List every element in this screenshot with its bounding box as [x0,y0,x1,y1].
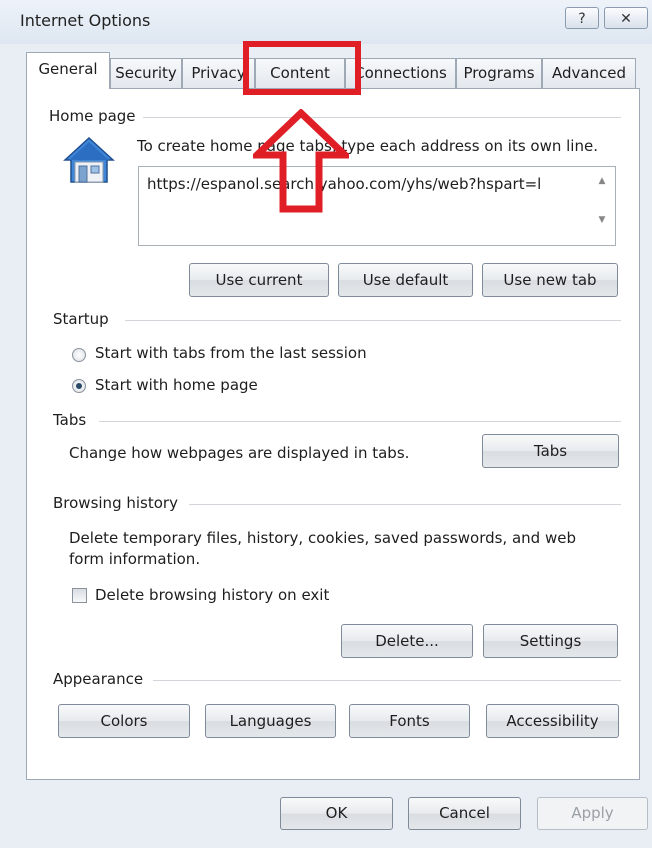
apply-button[interactable]: Apply [537,797,648,830]
accessibility-button[interactable]: Accessibility [486,704,619,738]
browsing-history-description-line1: Delete temporary files, history, cookies… [69,529,576,547]
delete-on-exit-label: Delete browsing history on exit [95,586,330,604]
tab-connections[interactable]: Connections [345,58,456,88]
tab-general[interactable]: General [26,52,110,89]
tabs-description: Change how webpages are displayed in tab… [69,444,410,462]
history-settings-button[interactable]: Settings [483,624,618,658]
tab-security[interactable]: Security [110,58,182,88]
tabs-group-label: Tabs [53,411,93,429]
divider [143,117,621,118]
window-title: Internet Options [20,11,151,30]
divider [189,504,621,505]
divider [99,421,621,422]
radio-last-session-label: Start with tabs from the last session [95,344,367,362]
tabs-settings-button[interactable]: Tabs [482,434,619,468]
home-page-url-textarea[interactable]: https://espanol.search.yahoo.com/yhs/web… [138,166,616,246]
browsing-history-group-label: Browsing history [53,494,184,512]
divider [153,680,621,681]
help-button[interactable]: ? [565,7,599,29]
startup-group-label: Startup [53,310,115,328]
browsing-history-description-line2: form information. [69,550,201,568]
tab-advanced[interactable]: Advanced [542,58,636,88]
house-icon [63,136,115,183]
scroll-down-icon[interactable]: ▼ [594,215,610,225]
radio-home-page[interactable] [72,379,86,393]
home-page-group-label: Home page [49,107,142,125]
close-button[interactable]: ✕ [604,7,648,29]
close-icon: ✕ [620,11,632,27]
colors-button[interactable]: Colors [58,704,190,738]
cancel-button[interactable]: Cancel [408,797,521,830]
question-mark-icon: ? [578,11,586,27]
ok-button[interactable]: OK [280,797,393,830]
delete-on-exit-checkbox[interactable] [72,588,87,603]
title-bar: Internet Options ? ✕ [0,0,652,44]
languages-button[interactable]: Languages [205,704,336,738]
general-tab-panel: Home page To create home page tabs, type… [26,41,640,780]
radio-home-page-label: Start with home page [95,376,258,394]
content-tab-highlight-box [243,41,361,95]
fonts-button[interactable]: Fonts [349,704,470,738]
use-default-button[interactable]: Use default [338,263,473,297]
home-page-instruction: To create home page tabs, type each addr… [137,137,598,155]
use-current-button[interactable]: Use current [189,263,329,297]
radio-last-session[interactable] [72,348,86,362]
use-new-tab-button[interactable]: Use new tab [482,263,618,297]
up-arrow-annotation-icon [253,109,349,213]
appearance-group-label: Appearance [53,670,150,688]
divider [125,320,621,321]
scroll-up-icon[interactable]: ▲ [594,176,610,186]
delete-button[interactable]: Delete... [341,624,473,658]
tab-programs[interactable]: Programs [456,58,542,88]
